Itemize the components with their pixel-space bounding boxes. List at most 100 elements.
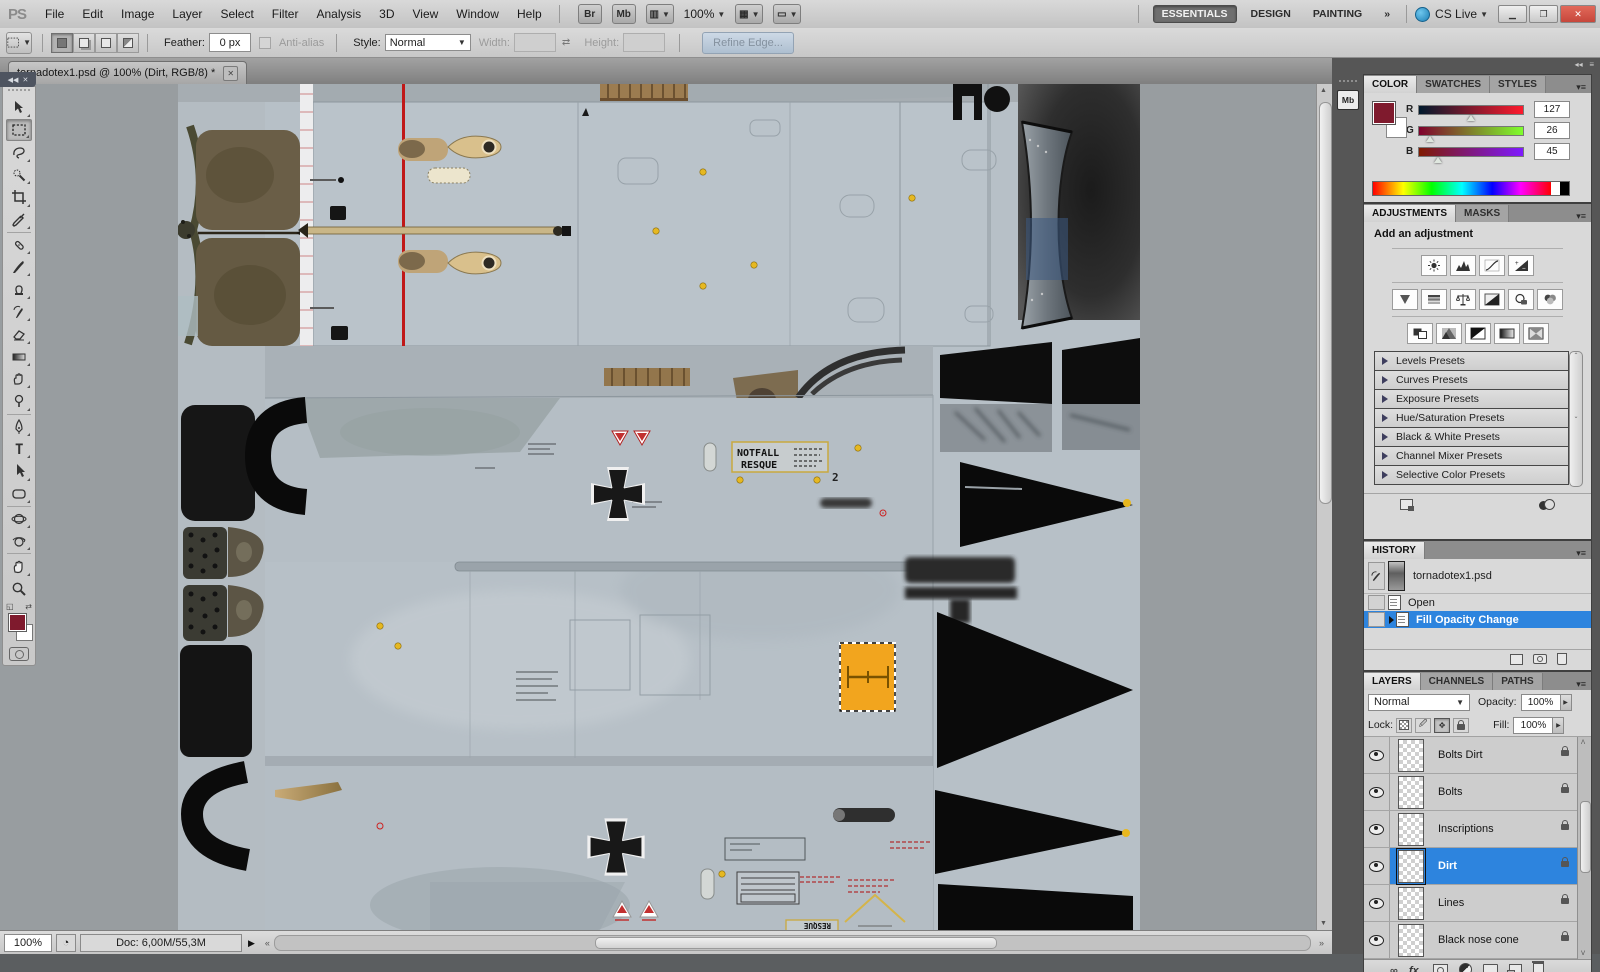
rounded-rectangle-tool[interactable] [6,483,32,505]
layer-style-icon[interactable]: fx. [1409,965,1422,972]
add-layer-mask-icon[interactable] [1433,964,1448,972]
tab-swatches[interactable]: SWATCHES [1417,76,1490,93]
new-snapshot-icon[interactable] [1533,654,1547,666]
menu-3d[interactable]: 3D [370,0,403,28]
blue-slider-marker[interactable] [1434,157,1442,163]
threshold-icon[interactable] [1465,323,1491,344]
green-value[interactable]: 26 [1534,122,1570,139]
rectangular-marquee-tool[interactable] [6,119,32,141]
expanded-view-icon[interactable] [1400,499,1413,513]
dodge-tool[interactable] [6,390,32,412]
path-selection-tool[interactable] [6,460,32,482]
preset-exposure[interactable]: Exposure Presets [1374,389,1569,409]
selective-color-icon[interactable] [1523,323,1549,344]
lock-all-icon[interactable] [1453,718,1469,733]
vibrance-icon[interactable] [1392,289,1418,310]
preset-black-white[interactable]: Black & White Presets [1374,427,1569,447]
posterize-icon[interactable] [1436,323,1462,344]
tab-styles[interactable]: STYLES [1490,76,1546,93]
pen-tool[interactable] [6,415,32,437]
status-menu-arrow-icon[interactable]: ▶ [248,938,255,949]
new-layer-icon[interactable] [1509,964,1522,972]
visibility-toggle[interactable] [1364,885,1390,921]
zoom-level-control[interactable]: 100%▼ [684,7,726,21]
layers-scrollbar[interactable]: ᐱ ᐯ [1577,737,1591,959]
quick-mask-button[interactable] [9,647,29,661]
visibility-toggle[interactable] [1364,774,1390,810]
new-group-icon[interactable] [1483,964,1498,972]
eraser-tool[interactable] [6,323,32,345]
lock-image-pixels-icon[interactable]: 🖉 [1415,718,1431,733]
hand-tool[interactable] [6,555,32,577]
tab-paths[interactable]: PATHS [1493,673,1542,690]
visibility-toggle[interactable] [1364,737,1390,773]
swap-dimensions-icon[interactable]: ⇄ [562,37,570,48]
preset-hue-saturation[interactable]: Hue/Saturation Presets [1374,408,1569,428]
visibility-toggle[interactable] [1364,922,1390,958]
scroll-down-icon[interactable]: ▼ [1320,920,1327,927]
history-brush-tool[interactable] [6,301,32,323]
tab-layers[interactable]: LAYERS [1364,673,1421,690]
invert-icon[interactable] [1407,323,1433,344]
view-extras-button[interactable]: ▥▼ [646,4,674,24]
document-close-icon[interactable]: ✕ [223,66,238,81]
history-state-open[interactable]: Open [1364,594,1591,611]
tab-adjustments[interactable]: ADJUSTMENTS [1364,205,1456,222]
layer-thumbnail[interactable] [1398,776,1424,809]
layer-row-black-nose-cone[interactable]: Black nose cone [1364,922,1591,959]
selection-mode-add[interactable] [73,33,95,53]
fill-spinner[interactable]: ▶ [1553,717,1564,734]
tool-preset-picker[interactable]: ▼ [6,32,32,54]
menu-select[interactable]: Select [211,0,262,28]
hue-saturation-icon[interactable] [1421,289,1447,310]
new-adjustment-layer-icon[interactable] [1459,963,1472,972]
eyedropper-tool[interactable] [6,209,32,231]
layer-thumbnail[interactable] [1398,924,1424,957]
layer-thumbnail[interactable] [1398,813,1424,846]
foreground-color-well[interactable] [1372,101,1396,125]
menu-image[interactable]: Image [112,0,163,28]
refine-edge-button[interactable]: Refine Edge... [702,32,794,54]
clone-stamp-tool[interactable] [6,278,32,300]
panel-grip[interactable] [1339,80,1357,82]
new-document-from-state-icon[interactable] [1510,654,1523,667]
history-source-well[interactable] [1368,612,1385,627]
layer-row-dirt[interactable]: Dirt [1364,848,1591,885]
quick-selection-tool[interactable] [6,164,32,186]
toggle-visibility-icon[interactable] [1539,499,1555,513]
layer-thumbnail[interactable] [1398,739,1424,772]
menu-edit[interactable]: Edit [73,0,112,28]
menu-layer[interactable]: Layer [163,0,211,28]
lasso-tool[interactable] [6,141,32,163]
zoom-tool[interactable] [6,578,32,600]
green-slider-marker[interactable] [1426,136,1434,142]
opacity-value[interactable]: 100% [1521,694,1561,711]
3d-camera-rotate-tool[interactable] [6,530,32,552]
arrange-documents-button[interactable]: ▦▼ [735,4,763,24]
green-slider[interactable] [1418,126,1524,136]
antialias-checkbox[interactable] [259,37,271,49]
minimize-button[interactable]: ▁ [1498,5,1527,23]
photo-filter-icon[interactable] [1508,289,1534,310]
smudge-tool[interactable] [6,368,32,390]
menu-view[interactable]: View [404,0,448,28]
panel-menu-icon[interactable]: ▾≡ [1571,82,1591,93]
horizontal-scroll-thumb[interactable] [595,937,997,949]
tab-scroll-widget[interactable]: ◀◀✕ [0,72,36,87]
gradient-map-icon[interactable] [1494,323,1520,344]
menu-window[interactable]: Window [447,0,508,28]
red-slider[interactable] [1418,105,1524,115]
foreground-color-swatch[interactable] [8,613,27,632]
blend-mode-select[interactable]: Normal▼ [1368,694,1470,711]
color-spectrum-ramp[interactable] [1372,181,1570,196]
feather-input[interactable]: 0 px [209,33,251,52]
scroll-left-icon[interactable]: « [265,938,270,948]
panel-menu-icon[interactable]: ▾≡ [1571,679,1591,690]
launch-mini-bridge-button[interactable]: Mb [612,4,636,24]
visibility-toggle[interactable] [1364,811,1390,847]
history-state-fill-opacity-change[interactable]: Fill Opacity Change [1364,611,1591,628]
presets-scrollbar[interactable]: ⌃⌄ [1569,351,1583,487]
workspace-essentials[interactable]: ESSENTIALS [1153,5,1237,23]
document-tab[interactable]: tornadotex1.psd @ 100% (Dirt, RGB/8) * ✕ [8,61,247,84]
curves-icon[interactable] [1479,255,1505,276]
